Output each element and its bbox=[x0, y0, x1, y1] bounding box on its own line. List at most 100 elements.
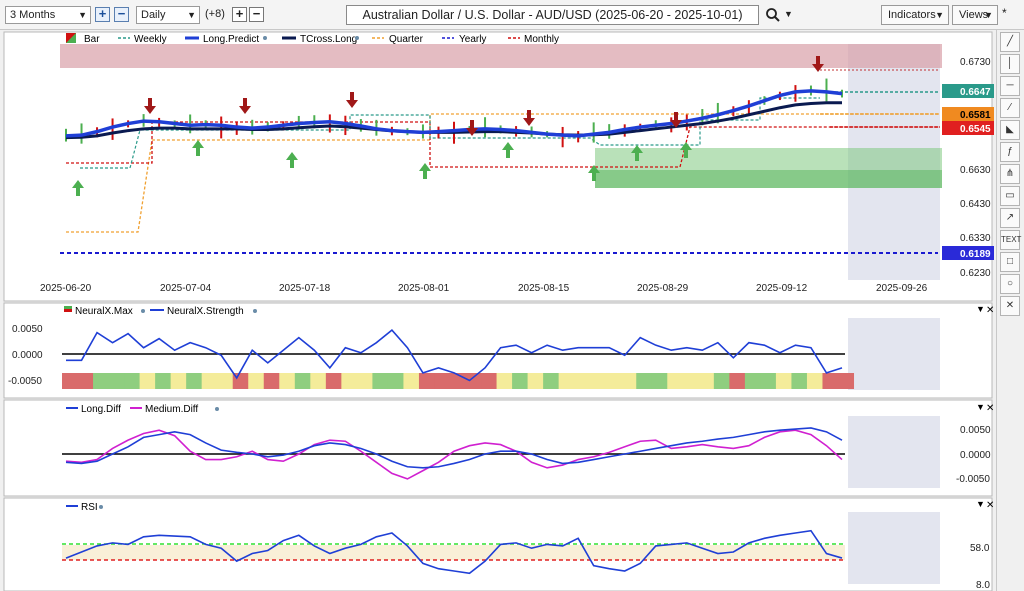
channel-tool-icon[interactable]: ◣ bbox=[1000, 120, 1020, 140]
weekly-price-tag-text: 0.6647 bbox=[960, 87, 991, 98]
rectangle-tool-icon[interactable]: □ bbox=[1000, 252, 1020, 272]
neuralx-max-cell bbox=[387, 373, 404, 389]
price-tick: 0.6430 bbox=[960, 199, 991, 210]
zoom-out-button[interactable]: − bbox=[114, 7, 129, 22]
neuralx-max-cell bbox=[356, 373, 373, 389]
legend: Bar Weekly Long.Predict TCross.Long Quar… bbox=[66, 33, 559, 45]
delete-drawings-icon[interactable]: ✕ bbox=[1000, 296, 1020, 316]
ellipse-tool-icon[interactable]: ○ bbox=[1000, 274, 1020, 294]
close-pane-icon[interactable]: ✕ bbox=[986, 403, 994, 414]
neuralx-max-cell bbox=[62, 373, 79, 389]
neuralx-max-cell bbox=[403, 373, 420, 389]
future-shade bbox=[848, 318, 940, 390]
neuralx-max-cell bbox=[201, 373, 218, 389]
neuralx-max-cell bbox=[605, 373, 622, 389]
search-icon[interactable] bbox=[765, 6, 781, 24]
neuralx-max-cell bbox=[372, 373, 389, 389]
diff-tick: 0.0000 bbox=[960, 450, 991, 461]
price-tick: 0.6630 bbox=[960, 165, 991, 176]
neuralx-max-cell bbox=[248, 373, 265, 389]
legend-tcross-long: TCross.Long bbox=[300, 34, 357, 45]
chevron-down-icon: ▼ bbox=[187, 10, 196, 20]
interval-select[interactable]: Daily ▼ bbox=[136, 6, 200, 24]
monthly-price-tag-text: 0.6545 bbox=[960, 124, 991, 135]
callout-tool-icon[interactable]: ▭ bbox=[1000, 186, 1020, 206]
neuralx-max-cell bbox=[93, 373, 110, 389]
neuralx-max-cell bbox=[496, 373, 513, 389]
neuralx-max-cell bbox=[512, 373, 529, 389]
range-select[interactable]: 3 Months ▼ bbox=[5, 6, 91, 24]
diff-tick: 0.0050 bbox=[960, 425, 991, 436]
neuralx-max-cell bbox=[527, 373, 544, 389]
legend-monthly: Monthly bbox=[524, 34, 559, 45]
legend-rsi: RSI bbox=[81, 502, 98, 513]
neuralx-max-cell bbox=[217, 373, 234, 389]
date-tick: 2025-07-18 bbox=[279, 283, 331, 294]
neuralx-max-cell bbox=[775, 373, 792, 389]
future-shade bbox=[848, 512, 940, 584]
ray-tool-icon[interactable]: ⁄ bbox=[1000, 98, 1020, 118]
neuralx-max-cell bbox=[139, 373, 156, 389]
neuralx-max-cell bbox=[698, 373, 715, 389]
pitchfork-tool-icon[interactable]: ⋔ bbox=[1000, 164, 1020, 184]
neuralx-max-cell bbox=[620, 373, 637, 389]
horizontal-line-tool-icon[interactable]: ─ bbox=[1000, 76, 1020, 96]
neuralx-max-cell bbox=[729, 373, 746, 389]
add-button[interactable]: + bbox=[232, 7, 247, 22]
legend-weekly: Weekly bbox=[134, 34, 167, 45]
neuralx-max-cell bbox=[667, 373, 684, 389]
legend-long-predict: Long.Predict bbox=[203, 34, 259, 45]
future-shade bbox=[848, 416, 940, 488]
pane-menu-icon[interactable]: ▼ bbox=[976, 499, 985, 509]
neuralx-max-cell bbox=[310, 373, 327, 389]
chart-area[interactable]: Bar Weekly Long.Predict TCross.Long Quar… bbox=[0, 30, 996, 591]
date-tick: 2025-06-20 bbox=[40, 283, 92, 294]
favorite-star[interactable]: * bbox=[1002, 6, 1007, 20]
neuralx-max-cell bbox=[589, 373, 606, 389]
legend-neuralx-max: NeuralX.Max bbox=[75, 306, 133, 317]
neuralx-max-swatch-up bbox=[64, 306, 72, 309]
rsi-tick: 58.0 bbox=[970, 543, 990, 554]
close-pane-icon[interactable]: ✕ bbox=[986, 500, 994, 511]
views-button[interactable]: Views ▼ bbox=[952, 5, 998, 25]
vertical-line-tool-icon[interactable]: │ bbox=[1000, 54, 1020, 74]
symbol-title[interactable]: Australian Dollar / U.S. Dollar - AUD/US… bbox=[346, 5, 759, 25]
neuralx-max-cell bbox=[806, 373, 823, 389]
neuralx-tick: 0.0000 bbox=[12, 350, 43, 361]
chevron-down-icon: ▼ bbox=[935, 10, 944, 20]
neuralx-max-cell bbox=[279, 373, 296, 389]
price-tick: 0.6330 bbox=[960, 233, 991, 244]
pane-menu-icon[interactable]: ▼ bbox=[976, 304, 985, 314]
date-tick: 2025-08-01 bbox=[398, 283, 450, 294]
neuralx-max-cell bbox=[418, 373, 435, 389]
chevron-down-icon[interactable]: ▼ bbox=[784, 9, 793, 19]
neuralx-max-cell bbox=[434, 373, 451, 389]
neuralx-max-cell bbox=[713, 373, 730, 389]
indicators-button[interactable]: Indicators ▼ bbox=[881, 5, 949, 25]
zoom-in-button[interactable]: + bbox=[95, 7, 110, 22]
neuralx-max-cell bbox=[341, 373, 358, 389]
neuralx-max-cell bbox=[155, 373, 172, 389]
arrow-tool-icon[interactable]: ↗ bbox=[1000, 208, 1020, 228]
neuralx-max-cell bbox=[651, 373, 668, 389]
neuralx-max-cell bbox=[108, 373, 125, 389]
text-tool-icon[interactable]: TEXT bbox=[1000, 230, 1021, 250]
pane-menu-icon[interactable]: ▼ bbox=[976, 402, 985, 412]
trendline-tool-icon[interactable]: ╱ bbox=[1000, 32, 1020, 52]
neuralx-max-cell bbox=[465, 373, 482, 389]
close-pane-icon[interactable]: ✕ bbox=[986, 305, 994, 316]
neuralx-max-cell bbox=[77, 373, 94, 389]
neuralx-max-cell bbox=[574, 373, 591, 389]
remove-button[interactable]: − bbox=[249, 7, 264, 22]
neuralx-axis: 0.0050 0.0000 -0.0050 bbox=[8, 324, 43, 387]
range-select-value: 3 Months bbox=[10, 9, 56, 21]
legend-bar: Bar bbox=[84, 34, 100, 45]
fib-tool-icon[interactable]: ƒ bbox=[1000, 142, 1020, 162]
neuralx-max-cell bbox=[186, 373, 203, 389]
diff-axis: 0.0050 0.0000 -0.0050 bbox=[956, 425, 991, 485]
resistance-zone bbox=[60, 44, 942, 68]
neuralx-max-cell bbox=[822, 373, 839, 389]
rsi-tick: 8.0 bbox=[976, 580, 990, 591]
date-tick: 2025-08-29 bbox=[637, 283, 689, 294]
date-tick: 2025-09-26 bbox=[876, 283, 928, 294]
